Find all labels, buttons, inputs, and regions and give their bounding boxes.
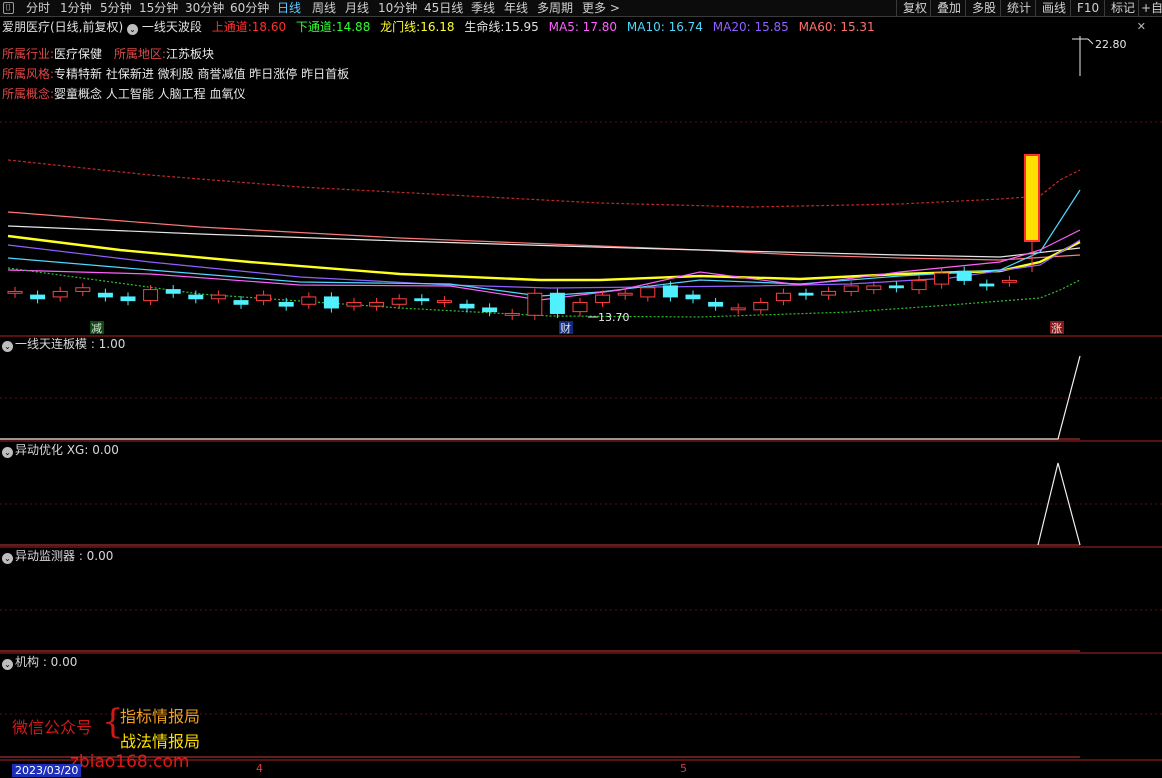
candle-body [798,292,814,296]
panel1-value: 一线天连板模 : 1.00 [15,337,126,351]
candle-body [708,301,724,307]
candle-body [1024,154,1040,242]
panel3-value: 异动监测器 : 0.00 [15,549,114,563]
candle-body [662,285,678,298]
chevron-down-icon[interactable]: ⌄ [2,553,13,564]
candle-body [165,289,181,294]
date-label: 2023/03/20 [12,764,82,777]
candle-body [753,301,769,311]
event-tag-finance: 财 [559,321,573,335]
candle-body [143,289,159,302]
candle-body [369,301,385,307]
candle-body [482,307,498,313]
panel4-value: 机构 : 0.00 [15,655,78,669]
watermark-wechat: 微信公众号 [12,718,93,737]
candle-body [30,294,46,300]
candle-body [527,292,543,316]
panel2-label[interactable]: ⌄ 异动优化 XG: 0.00 [2,443,119,458]
watermark-indicator: 指标情报局 [120,707,201,726]
candle-body [323,296,339,309]
month-tick-5: 5 [680,762,687,775]
candle-body [866,285,882,291]
svg-text:涨: 涨 [1051,322,1062,335]
high-value-label: 22.80 [1095,38,1127,51]
candle-body [843,285,859,292]
candle-body [979,283,995,287]
candle-body [934,272,950,285]
candle-body [301,296,317,305]
low-marker: 13.70 [588,311,630,324]
candle-body [120,296,136,302]
candle-body [572,301,588,313]
panel3-label[interactable]: ⌄ 异动监测器 : 0.00 [2,549,113,564]
candle-body [52,290,68,298]
low-value-label: 13.70 [598,311,630,324]
candle-body [278,301,294,307]
event-tag-reduce: 减 [90,321,104,335]
candle-body [956,270,972,281]
candle-body [188,294,204,300]
candle-body [888,285,904,289]
candle-body [1001,279,1017,283]
candle-body [685,294,701,300]
chevron-down-icon[interactable]: ⌄ [2,447,13,458]
candle-body [210,294,226,300]
candle-body [97,292,113,298]
svg-text:财: 财 [560,321,571,335]
upper-channel-line [7,159,1081,208]
candle-body [549,292,565,314]
candle-body [233,300,249,305]
candle-body [640,287,656,298]
panel4-label[interactable]: ⌄ 机构 : 0.00 [2,655,77,670]
candle-body [7,290,23,294]
candle-body [617,292,633,296]
candles-group [7,154,1040,320]
candle-body [256,294,272,302]
candle-body [730,307,746,311]
kline-chart[interactable]: 22.80 13.70 减 财 涨 [0,0,1162,778]
chevron-down-icon[interactable]: ⌄ [2,659,13,670]
watermark-tactics: 战法情报局 [120,732,201,751]
svg-text:减: 减 [91,322,102,335]
panel2-value: 异动优化 XG: 0.00 [15,443,119,457]
candle-body [75,287,91,292]
candle-body [346,301,362,307]
candle-body [775,292,791,302]
chevron-down-icon[interactable]: ⌄ [2,341,13,352]
candle-body [595,294,611,303]
month-tick-4: 4 [256,762,263,775]
panel1-label[interactable]: ⌄ 一线天连板模 : 1.00 [2,337,125,352]
high-marker: 22.80 [1072,36,1127,76]
candle-body [504,312,520,316]
candle-body [414,298,430,302]
event-tag-rise: 涨 [1050,321,1064,335]
candle-body [391,298,407,305]
candle-body [436,300,452,303]
ma60-line [7,211,1081,261]
panel2-signal-line [1037,462,1081,546]
life-line [7,225,1081,258]
candle-body [911,279,927,291]
candle-body [821,290,837,296]
watermark-url: zbiao168.com [70,752,190,772]
candle-body [459,303,475,309]
